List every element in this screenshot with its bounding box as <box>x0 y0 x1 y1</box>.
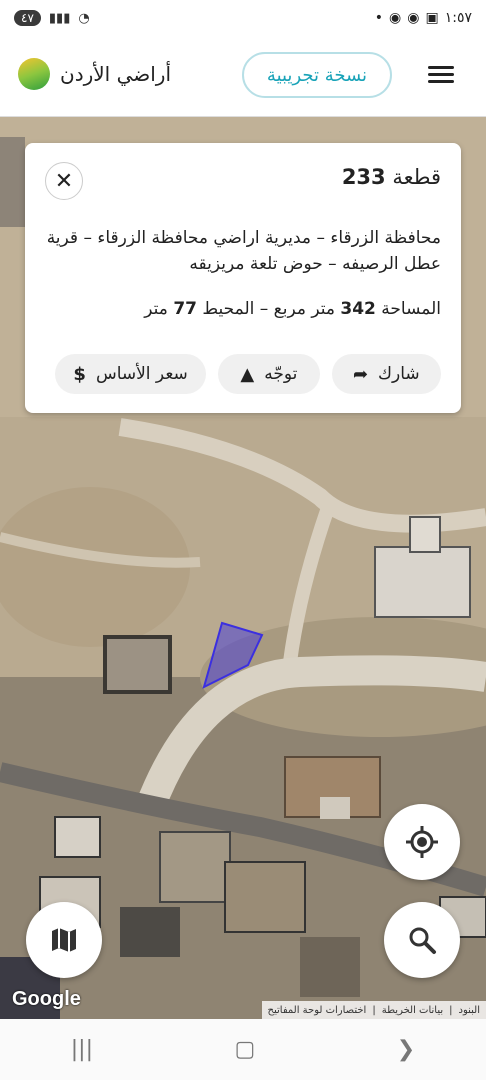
trial-version-badge[interactable]: نسخة تجريبية <box>242 52 392 98</box>
base-price-button[interactable]: سعر الأساس $ <box>55 354 207 394</box>
brand-name: أراضي الأردن <box>60 62 171 86</box>
app-header: نسخة تجريبية أراضي الأردن <box>0 36 486 117</box>
navigate-button-label: توجّه <box>264 364 298 384</box>
card-description: محافظة الزرقاء – مديرية اراضي محافظة الز… <box>46 228 441 274</box>
location-target-icon <box>406 826 438 858</box>
wifi-icon: ◔ <box>78 10 90 26</box>
brand: أراضي الأردن <box>18 58 171 90</box>
map-data-link[interactable]: بيانات الخريطة <box>382 1005 443 1016</box>
close-icon: ✕ <box>54 168 74 194</box>
whatsapp-icon: ◉ <box>389 10 402 26</box>
whatsapp-icon: ◉ <box>407 10 420 26</box>
terms-link[interactable]: البنود <box>459 1005 480 1016</box>
app-logo <box>18 58 50 90</box>
signal-icon: ▮▮▮ <box>48 10 71 26</box>
screen-record-icon: ▣ <box>425 10 439 26</box>
attribution-divider: | <box>372 1004 376 1016</box>
area-value: 342 <box>340 299 376 319</box>
status-right: • ◉ ◉ ▣ ١:٥٧ <box>375 10 472 26</box>
menu-icon[interactable] <box>426 62 456 90</box>
map-layers-icon <box>52 928 76 952</box>
area-unit: متر مربع – المحيط <box>202 299 335 319</box>
keyboard-shortcuts-link[interactable]: اختصارات لوحة المفاتيح <box>268 1005 367 1016</box>
perimeter-value: 77 <box>173 299 197 319</box>
navigate-button[interactable]: توجّه ▲ <box>218 354 320 394</box>
share-icon: ➦ <box>352 363 369 385</box>
google-logo: Google <box>12 988 81 1010</box>
base-price-button-label: سعر الأساس <box>95 364 188 384</box>
map-type-button[interactable] <box>26 902 102 978</box>
share-button-label: شارك <box>378 364 420 384</box>
home-icon[interactable]: ▢ <box>235 1037 256 1062</box>
my-location-button[interactable] <box>384 804 460 880</box>
status-bar: ٤٧ ▮▮▮ ◔ • ◉ ◉ ▣ ١:٥٧ <box>0 0 486 36</box>
card-area: المساحة 342 متر مربع – المحيط 77 متر <box>144 299 441 319</box>
navigate-icon: ▲ <box>240 363 255 385</box>
share-button[interactable]: شارك ➦ <box>331 354 441 394</box>
close-button[interactable]: ✕ <box>45 162 83 200</box>
dollar-icon: $ <box>73 363 86 385</box>
map-attribution: البنود | بيانات الخريطة | اختصارات لوحة … <box>261 1001 486 1019</box>
card-actions: شارك ➦ توجّه ▲ سعر الأساس $ <box>55 354 441 394</box>
battery-indicator: ٤٧ <box>14 10 41 26</box>
system-nav-bar: ||| ▢ ❯ <box>0 1019 486 1080</box>
status-left: ٤٧ ▮▮▮ ◔ <box>14 10 90 26</box>
back-icon[interactable]: ❯ <box>397 1037 415 1062</box>
recent-apps-icon[interactable]: ||| <box>71 1037 93 1062</box>
attribution-divider: | <box>449 1004 453 1016</box>
card-title: قطعة 233 <box>342 165 441 189</box>
search-icon <box>409 927 436 954</box>
search-button[interactable] <box>384 902 460 978</box>
parcel-info-card: قطعة 233 ✕ محافظة الزرقاء – مديرية اراضي… <box>25 143 461 413</box>
notification-dot-icon: • <box>374 10 384 26</box>
card-title-prefix: قطعة <box>392 165 441 189</box>
perimeter-unit: متر <box>144 299 168 319</box>
status-time: ١:٥٧ <box>444 10 472 26</box>
area-label: المساحة <box>381 299 441 319</box>
card-title-number: 233 <box>341 165 386 189</box>
